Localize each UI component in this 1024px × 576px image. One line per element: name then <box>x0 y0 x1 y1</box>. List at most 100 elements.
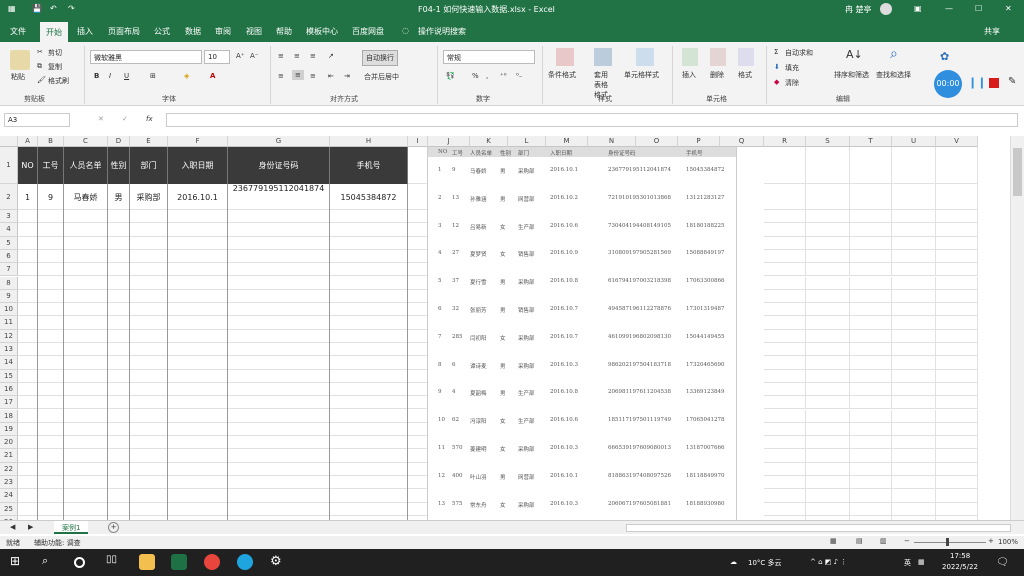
tab-template-center[interactable]: 模板中心 <box>302 24 342 39</box>
cell[interactable] <box>936 436 978 450</box>
cell[interactable] <box>764 303 806 317</box>
cell[interactable] <box>330 343 408 357</box>
cell[interactable] <box>108 343 130 357</box>
cell[interactable] <box>130 263 168 277</box>
number-format-select[interactable]: 常规 <box>443 50 535 64</box>
row-header-10[interactable]: 10 <box>0 303 18 317</box>
cut-icon[interactable]: ✂ <box>37 48 43 56</box>
zoom-in-icon[interactable]: + <box>988 537 994 545</box>
cell[interactable] <box>850 147 892 184</box>
column-header-I[interactable]: I <box>408 136 428 147</box>
cell[interactable] <box>38 329 64 343</box>
cell[interactable] <box>38 502 64 516</box>
cell[interactable] <box>64 249 108 264</box>
border-icon[interactable]: ⊞ <box>150 72 156 80</box>
format-cells-button[interactable]: 格式 <box>738 70 752 80</box>
cell[interactable] <box>892 382 936 397</box>
excel-taskbar-icon[interactable] <box>171 554 187 570</box>
cell[interactable] <box>330 369 408 383</box>
row-header-11[interactable]: 11 <box>0 316 18 330</box>
cell[interactable] <box>38 316 64 330</box>
cell[interactable] <box>64 409 108 423</box>
cell[interactable] <box>408 436 428 450</box>
cell[interactable] <box>806 343 850 357</box>
grow-font-icon[interactable]: A⁺ <box>236 52 244 60</box>
cell[interactable] <box>936 249 978 264</box>
find-select-icon[interactable]: ⌕ <box>890 46 898 62</box>
settings-gear-icon[interactable]: ⚙ <box>270 554 286 570</box>
cell[interactable] <box>330 210 408 224</box>
column-header-S[interactable]: S <box>806 136 850 147</box>
cell[interactable] <box>18 249 38 264</box>
cell[interactable] <box>168 396 228 410</box>
clear-icon[interactable]: ◆ <box>774 78 779 86</box>
cell[interactable] <box>108 489 130 503</box>
row-header-6[interactable]: 6 <box>0 249 18 264</box>
cell[interactable] <box>850 223 892 237</box>
cell[interactable] <box>168 249 228 264</box>
cell[interactable] <box>18 396 38 410</box>
cell[interactable] <box>168 289 228 304</box>
align-center-icon[interactable]: ≡ <box>292 70 304 80</box>
cell[interactable] <box>38 249 64 264</box>
cell[interactable] <box>18 369 38 383</box>
cell[interactable] <box>936 476 978 490</box>
cell[interactable] <box>130 329 168 343</box>
cortana-icon[interactable] <box>74 557 85 568</box>
cell[interactable] <box>764 476 806 490</box>
indent-icon[interactable]: ⇤ <box>328 72 334 80</box>
find-select-button[interactable]: 查找和选择 <box>876 70 911 80</box>
cell[interactable] <box>408 382 428 397</box>
cell[interactable] <box>108 369 130 383</box>
cell[interactable] <box>38 263 64 277</box>
cell[interactable] <box>330 489 408 503</box>
orientation-icon[interactable]: ↗ <box>328 52 334 60</box>
cell[interactable] <box>108 236 130 250</box>
delete-cells-button[interactable]: 删除 <box>710 70 724 80</box>
cell[interactable] <box>108 263 130 277</box>
table-cell[interactable]: 1 <box>18 184 38 210</box>
cell[interactable] <box>38 409 64 423</box>
cell[interactable] <box>228 303 330 317</box>
cell[interactable] <box>850 263 892 277</box>
cell[interactable] <box>168 476 228 490</box>
wrap-text-button[interactable]: 自动换行 <box>362 50 398 66</box>
cell[interactable] <box>330 329 408 343</box>
cell[interactable] <box>108 502 130 516</box>
table-header-cell[interactable]: 人员名单 <box>64 147 108 184</box>
ime-grid-icon[interactable]: ▦ <box>918 558 925 566</box>
cell[interactable] <box>764 436 806 450</box>
scroll-thumb[interactable] <box>1013 148 1022 196</box>
align-bottom-icon[interactable]: ≡ <box>310 52 316 60</box>
column-header-N[interactable]: N <box>588 136 636 147</box>
cell[interactable] <box>408 303 428 317</box>
column-header-R[interactable]: R <box>764 136 806 147</box>
cell[interactable] <box>64 210 108 224</box>
cell[interactable] <box>892 329 936 343</box>
row-header-18[interactable]: 18 <box>0 409 18 423</box>
cell[interactable] <box>850 303 892 317</box>
cell[interactable] <box>850 289 892 304</box>
add-sheet-icon[interactable]: + <box>108 522 119 533</box>
cell[interactable] <box>850 396 892 410</box>
comma-icon[interactable]: , <box>486 72 488 80</box>
cell[interactable] <box>330 436 408 450</box>
cell[interactable] <box>168 236 228 250</box>
task-view-icon[interactable]: ▯▯ <box>106 554 122 570</box>
cell[interactable] <box>936 489 978 503</box>
cell[interactable] <box>108 422 130 437</box>
cell[interactable] <box>892 356 936 370</box>
cell[interactable] <box>850 276 892 290</box>
horizontal-scrollbar[interactable] <box>626 524 1011 532</box>
cell[interactable] <box>806 223 850 237</box>
cell[interactable] <box>892 396 936 410</box>
cut-button[interactable]: 剪切 <box>48 48 62 58</box>
cell[interactable] <box>850 343 892 357</box>
cell[interactable] <box>64 462 108 476</box>
table-cell[interactable]: 2016.10.1 <box>168 184 228 210</box>
cell[interactable] <box>108 476 130 490</box>
chrome-icon[interactable] <box>204 554 220 570</box>
cell[interactable] <box>764 210 806 224</box>
cell[interactable] <box>64 382 108 397</box>
tab-page-layout[interactable]: 页面布局 <box>104 24 144 39</box>
